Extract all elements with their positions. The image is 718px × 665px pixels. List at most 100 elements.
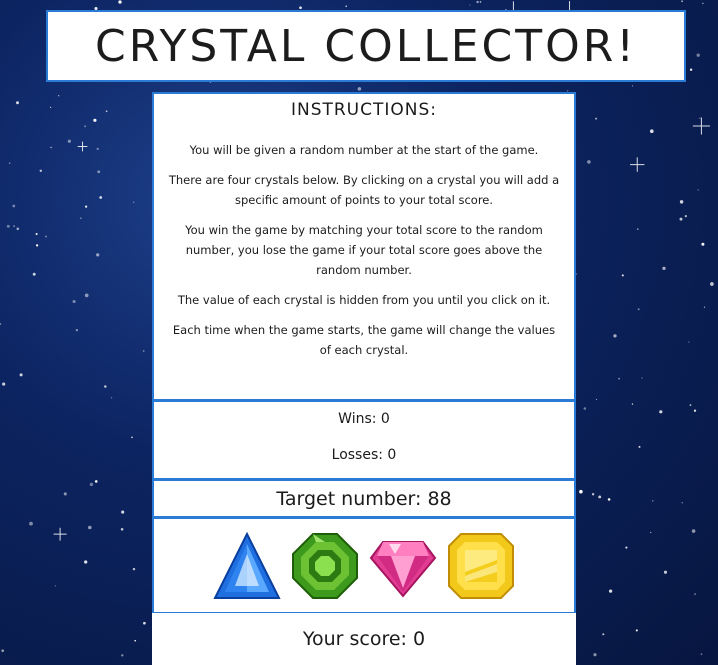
game-title: CRYSTAL COLLECTOR! [95, 20, 637, 72]
star-dot [133, 201, 135, 203]
star-dot [357, 87, 362, 91]
star-dot [142, 349, 145, 352]
target-panel: Target number: 88 [152, 479, 576, 518]
star-dot [88, 525, 92, 530]
star-dot [19, 373, 23, 377]
star-dot [32, 272, 36, 276]
star-dot [691, 529, 696, 533]
star-dot [63, 492, 67, 496]
star-dot [641, 377, 643, 379]
star-dot [9, 162, 11, 164]
star-dot [694, 593, 696, 595]
star-dot [710, 282, 714, 286]
star-dot [2, 382, 6, 386]
crystals-panel [152, 517, 576, 614]
star-dot [697, 189, 699, 191]
current-score: Your score: 0 [302, 628, 426, 650]
star-dot [84, 560, 88, 564]
star-dot [96, 147, 99, 151]
star-dot [84, 125, 87, 128]
star-dot [97, 170, 101, 174]
star-dot [45, 235, 47, 238]
star-sparkle [53, 527, 67, 541]
star-dot [67, 139, 72, 143]
star-dot [479, 1, 482, 3]
score-panel: Your score: 0 [152, 613, 576, 665]
star-dot [121, 510, 125, 514]
star-dot [650, 531, 652, 534]
star-dot [703, 306, 705, 308]
star-dot [679, 217, 683, 221]
star-dot [93, 118, 97, 122]
star-dot [118, 0, 122, 4]
losses-counter: Losses: 0 [331, 447, 397, 463]
star-dot [595, 117, 598, 120]
star-dot [1, 649, 5, 653]
star-dot [16, 101, 19, 105]
star-dot [94, 480, 98, 483]
star-dot [688, 341, 690, 343]
yellow-square-crystal[interactable] [447, 532, 515, 600]
star-dot [105, 110, 108, 113]
star-dot [96, 253, 100, 257]
star-dot [134, 639, 137, 642]
star-dot [89, 482, 94, 487]
star-dot [689, 404, 692, 407]
star-dot [662, 266, 666, 271]
star-dot [635, 629, 638, 632]
star-dot [621, 274, 624, 277]
star-dot [631, 85, 634, 87]
instructions-heading: INSTRUCTIONS: [290, 100, 438, 120]
star-dot [625, 546, 628, 549]
instructions-panel: INSTRUCTIONS: You will be given a random… [152, 92, 576, 401]
star-dot [631, 403, 634, 405]
star-dot [579, 489, 583, 494]
title-banner: CRYSTAL COLLECTOR! [46, 10, 686, 82]
blue-triangle-crystal[interactable] [213, 531, 281, 600]
star-dot [120, 528, 124, 531]
star-sparkle [77, 141, 88, 152]
star-dot [659, 410, 663, 414]
star-dot [593, 653, 597, 657]
star-dot [595, 398, 598, 401]
star-dot [638, 445, 641, 448]
win-loss-panel: Wins: 0 Losses: 0 [152, 400, 576, 480]
star-dot [476, 0, 479, 4]
star-dot [57, 94, 60, 97]
star-dot [681, 0, 684, 3]
star-dot [16, 227, 20, 231]
star-dot [54, 585, 57, 587]
instruction-paragraph: Each time when the game starts, the game… [172, 323, 556, 357]
star-dot [49, 106, 52, 109]
pink-diamond-crystal[interactable] [369, 532, 437, 600]
star-dot [602, 633, 605, 636]
star-dot [35, 233, 38, 235]
star-dot [132, 567, 136, 571]
star-dot [39, 169, 42, 172]
instruction-paragraph: There are four crystals below. By clicki… [168, 173, 560, 207]
star-dot [679, 200, 684, 204]
star-dot [700, 653, 703, 655]
star-dot [85, 205, 88, 208]
star-dot [583, 407, 587, 410]
star-sparkle [630, 157, 645, 172]
star-dot [587, 160, 591, 164]
star-dot [613, 334, 617, 338]
star-dot [12, 204, 16, 208]
green-octagon-crystal[interactable] [291, 532, 359, 600]
star-dot [299, 6, 302, 10]
star-dot [607, 498, 611, 501]
star-dot [693, 409, 697, 412]
star-dot [29, 521, 33, 526]
star-dot [649, 129, 654, 134]
star-sparkle [692, 117, 710, 135]
star-dot [345, 5, 347, 7]
star-dot [143, 621, 146, 625]
star-dot [469, 4, 471, 6]
star-dot [35, 244, 39, 247]
instruction-paragraph: You will be given a random number at the… [189, 143, 539, 157]
star-dot [663, 570, 668, 574]
star-dot [591, 492, 595, 496]
star-dot [608, 589, 613, 593]
star-dot [72, 299, 76, 304]
